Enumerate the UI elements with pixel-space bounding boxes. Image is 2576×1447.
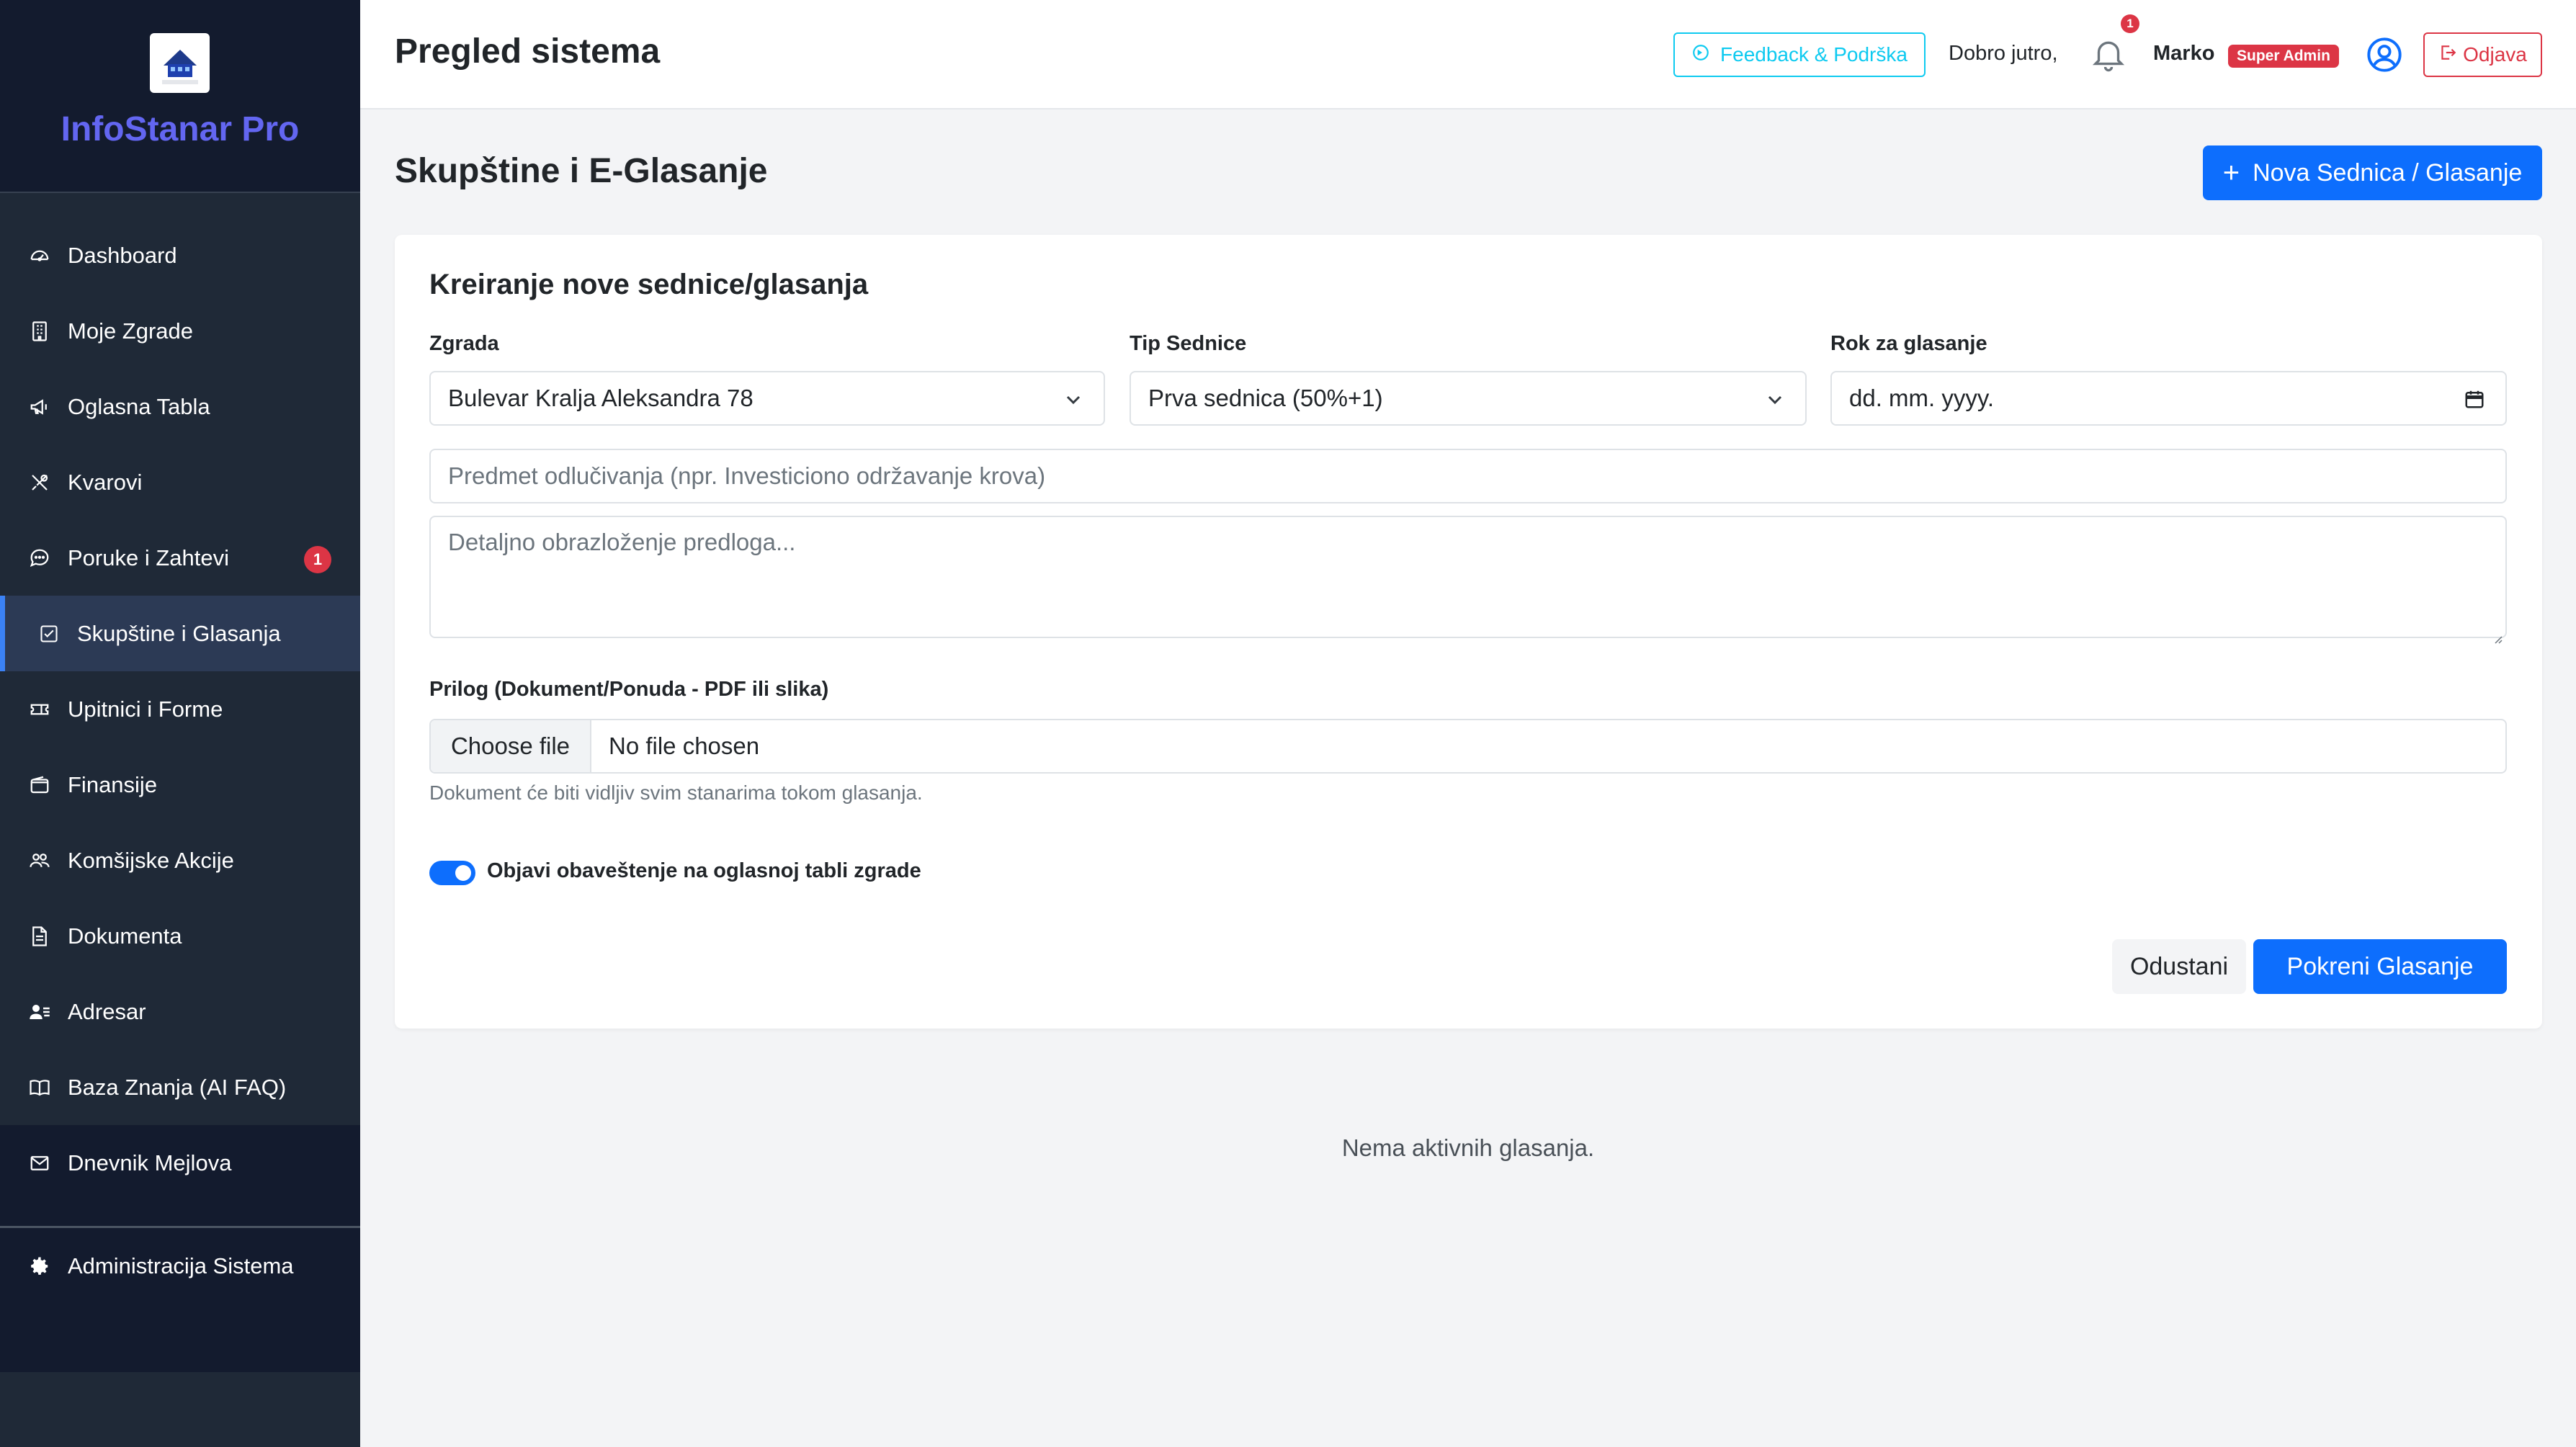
feedback-label: Feedback & Podrška	[1720, 43, 1908, 66]
building-icon	[27, 319, 52, 344]
choose-file-button[interactable]: Choose file	[431, 720, 591, 772]
brand-header: InfoStanar Pro	[0, 0, 360, 193]
app-logo[interactable]	[150, 33, 210, 93]
sidebar-item-label: Baza Znanja (AI FAQ)	[68, 1074, 287, 1100]
document-icon	[27, 924, 52, 949]
session-type-select[interactable]: Prva sednica (50%+1)	[1130, 371, 1807, 426]
building-select[interactable]: Bulevar Kralja Aleksandra 78	[429, 371, 1105, 426]
logo-building-icon	[154, 37, 205, 89]
attachment-help-text: Dokument će biti vidljiv svim stanarima …	[429, 781, 923, 804]
attachment-file-input[interactable]: Choose file No file chosen	[429, 719, 2507, 774]
logout-icon	[2438, 43, 2457, 67]
building-label: Zgrada	[429, 332, 499, 355]
sidebar-item-label: Dashboard	[68, 242, 177, 268]
logout-button[interactable]: Odjava	[2423, 32, 2542, 77]
sidebar-item-label: Skupštine i Glasanja	[77, 620, 281, 646]
sidebar-item-contacts[interactable]: Adresar	[0, 974, 360, 1049]
details-textarea[interactable]: Detaljno obrazloženje predloga...	[429, 516, 2507, 644]
sidebar-item-knowledge-base[interactable]: Baza Znanja (AI FAQ)	[0, 1049, 360, 1125]
card-title: Kreiranje nove sednice/glasanja	[429, 269, 869, 300]
details-placeholder: Detaljno obrazloženje predloga...	[448, 529, 796, 555]
sidebar-item-buildings[interactable]: Moje Zgrade	[0, 293, 360, 369]
subject-input[interactable]: Predmet odlučivanja (npr. Investiciono o…	[429, 449, 2507, 503]
sidebar-item-bulletin[interactable]: Oglasna Tabla	[0, 369, 360, 444]
deadline-placeholder: dd. mm. yyyy.	[1849, 385, 1995, 411]
sidebar-item-faults[interactable]: Kvarovi	[0, 444, 360, 520]
chat-icon	[27, 546, 52, 570]
contacts-icon	[27, 1000, 52, 1024]
sidebar-item-label: Dnevnik Mejlova	[68, 1150, 232, 1175]
checkbox-icon	[37, 622, 61, 646]
session-type-label: Tip Sednice	[1130, 332, 1247, 355]
megaphone-icon	[27, 395, 52, 419]
people-icon	[27, 848, 52, 873]
sidebar-item-label: Kvarovi	[68, 469, 143, 495]
feedback-icon	[1691, 43, 1710, 67]
ticket-icon	[27, 697, 52, 722]
new-session-label: Nova Sednica / Glasanje	[2253, 158, 2523, 187]
sidebar-item-messages[interactable]: Poruke i Zahtevi 1	[0, 520, 360, 596]
calendar-icon[interactable]	[2464, 388, 2487, 411]
chevron-down-icon	[1062, 388, 1085, 411]
session-type-value: Prva sednica (50%+1)	[1148, 385, 1383, 411]
deadline-label: Rok za glasanje	[1830, 332, 1987, 355]
sidebar-item-label: Finansije	[68, 771, 158, 797]
new-session-button[interactable]: + Nova Sednica / Glasanje	[2203, 145, 2542, 200]
empty-state-message: Nema aktivnih glasanja.	[1341, 1134, 1595, 1161]
cancel-button[interactable]: Odustani	[2112, 939, 2246, 994]
subject-placeholder: Predmet odlučivanja (npr. Investiciono o…	[448, 462, 1046, 489]
role-badge: Super Admin	[2228, 45, 2339, 68]
sidebar-item-documents[interactable]: Dokumenta	[0, 898, 360, 974]
sidebar-item-assemblies[interactable]: Skupštine i Glasanja	[0, 596, 360, 671]
sidebar-item-label: Upitnici i Forme	[68, 696, 223, 722]
create-session-card: Kreiranje nove sednice/glasanja Zgrada B…	[395, 235, 2542, 1029]
sidebar-item-finance[interactable]: Finansije	[0, 747, 360, 823]
resize-handle-icon[interactable]	[2491, 622, 2503, 644]
page-title: Pregled sistema	[395, 32, 661, 71]
envelope-icon	[27, 1151, 52, 1175]
sidebar-item-neighbor-actions[interactable]: Komšijske Akcije	[0, 823, 360, 898]
user-name: Marko	[2153, 42, 2215, 65]
sidebar-footer	[0, 1304, 360, 1372]
sidebar-nav: Dashboard Moje Zgrade Oglasna Tabla Kvar…	[0, 218, 360, 1372]
feedback-button[interactable]: Feedback & Podrška	[1673, 32, 1926, 77]
sidebar-item-label: Dokumenta	[68, 923, 182, 949]
notification-badge: 1	[2121, 14, 2139, 33]
sidebar-item-label: Adresar	[68, 998, 146, 1024]
sidebar-item-label: Poruke i Zahtevi	[68, 545, 229, 570]
building-select-value: Bulevar Kralja Aleksandra 78	[448, 385, 753, 411]
logout-label: Odjava	[2463, 43, 2527, 66]
app-title: InfoStanar Pro	[61, 110, 300, 148]
user-profile-icon[interactable]	[2366, 36, 2403, 73]
messages-count-badge: 1	[304, 546, 331, 573]
section-title: Skupštine i E-Glasanje	[395, 152, 768, 190]
book-icon	[27, 1075, 52, 1100]
attachment-label: Prilog (Dokument/Ponuda - PDF ili slika)	[429, 678, 829, 701]
sidebar-item-label: Oglasna Tabla	[68, 393, 210, 419]
deadline-date-input[interactable]: dd. mm. yyyy.	[1830, 371, 2507, 426]
file-status-text: No file chosen	[609, 733, 760, 759]
tools-icon	[27, 470, 52, 495]
sidebar-item-label: Administracija Sistema	[68, 1253, 294, 1278]
publish-notice-toggle[interactable]	[429, 861, 475, 885]
start-voting-button[interactable]: Pokreni Glasanje	[2253, 939, 2507, 994]
greeting-text: Dobro jutro,	[1949, 42, 2058, 65]
sidebar-divider	[0, 1201, 360, 1228]
wallet-icon	[27, 773, 52, 797]
bell-icon[interactable]	[2089, 35, 2128, 73]
sidebar: InfoStanar Pro Dashboard Moje Zgrade Ogl…	[0, 0, 360, 1447]
topbar: Pregled sistema Feedback & Podrška Dobro…	[360, 0, 2576, 109]
sidebar-item-mail-log[interactable]: Dnevnik Mejlova	[0, 1125, 360, 1201]
sidebar-item-label: Moje Zgrade	[68, 318, 194, 344]
sidebar-item-dashboard[interactable]: Dashboard	[0, 218, 360, 293]
chevron-down-icon	[1763, 388, 1786, 411]
speedometer-icon	[27, 243, 52, 268]
publish-notice-label: Objavi obaveštenje na oglasnoj tabli zgr…	[487, 859, 921, 882]
sidebar-item-label: Komšijske Akcije	[68, 847, 234, 873]
plus-icon: +	[2222, 156, 2240, 189]
gear-icon	[27, 1254, 52, 1278]
sidebar-item-surveys[interactable]: Upitnici i Forme	[0, 671, 360, 747]
sidebar-item-admin[interactable]: Administracija Sistema	[0, 1228, 360, 1304]
